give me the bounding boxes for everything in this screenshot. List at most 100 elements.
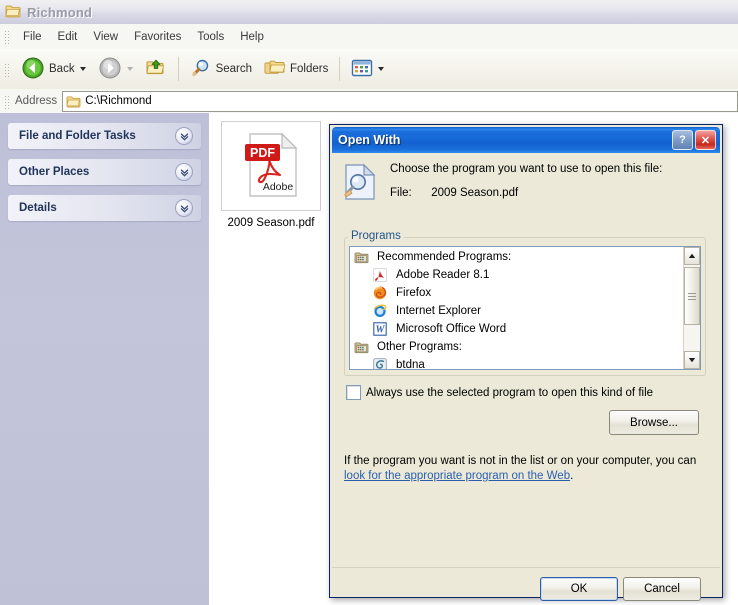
up-button[interactable] <box>139 53 173 85</box>
file-name-label: 2009 Season.pdf <box>227 217 315 229</box>
open-with-dialog: Open With ? ✕ Choose the program you wan… <box>329 124 723 601</box>
toolbar-gripper[interactable] <box>3 61 11 77</box>
list-item[interactable]: btdna <box>350 356 683 369</box>
sidebar-panel-other-places[interactable]: Other Places <box>8 159 201 185</box>
menu-view[interactable]: View <box>85 28 126 46</box>
svg-text:PDF: PDF <box>250 146 275 160</box>
browse-button[interactable]: Browse... <box>609 410 699 435</box>
list-item[interactable]: Firefox <box>350 284 683 302</box>
menu-favorites[interactable]: Favorites <box>126 28 189 46</box>
list-item-label: Firefox <box>396 287 432 299</box>
menu-help[interactable]: Help <box>232 28 272 46</box>
dialog-titlebar: Open With ? ✕ <box>332 127 720 153</box>
forward-arrow-icon <box>98 56 122 83</box>
help-button[interactable]: ? <box>672 130 693 150</box>
btdna-icon <box>372 357 388 369</box>
scrollbar-thumb[interactable] <box>684 267 700 325</box>
list-item-label: Adobe Reader 8.1 <box>396 269 490 281</box>
menu-edit[interactable]: Edit <box>50 28 86 46</box>
panel-title: Other Places <box>19 166 90 178</box>
search-button[interactable]: Search <box>184 53 258 85</box>
forward-button[interactable] <box>92 53 139 85</box>
list-item-label: Microsoft Office Word <box>396 323 507 335</box>
programs-group-label: Programs <box>348 230 404 242</box>
always-use-checkbox[interactable] <box>346 385 361 400</box>
folders-icon <box>264 58 286 81</box>
back-button[interactable]: Back <box>15 53 92 85</box>
panel-title: Details <box>19 202 57 214</box>
file-key-label: File: <box>390 187 412 199</box>
list-item-label: Recommended Programs: <box>377 251 512 263</box>
chevron-down-icon[interactable] <box>175 127 193 145</box>
chevron-down-icon[interactable] <box>175 199 193 217</box>
scrollbar-track[interactable] <box>684 265 700 351</box>
sidebar-panel-details[interactable]: Details <box>8 195 201 221</box>
list-item[interactable]: Recommended Programs: <box>350 248 683 266</box>
views-button[interactable] <box>345 53 390 85</box>
dialog-footer-separator <box>332 567 720 568</box>
task-pane: File and Folder Tasks Other Places Detai… <box>0 113 210 605</box>
window-title: Richmond <box>27 4 93 20</box>
firefox-icon <box>372 285 388 301</box>
dialog-title: Open With <box>338 133 401 147</box>
chevron-down-icon[interactable] <box>175 163 193 181</box>
menu-tools[interactable]: Tools <box>189 28 232 46</box>
list-item[interactable]: Internet Explorer <box>350 302 683 320</box>
always-use-checkbox-row[interactable]: Always use the selected program to open … <box>346 385 653 400</box>
scrollbar-grip <box>688 292 696 300</box>
views-grid-icon <box>351 59 373 80</box>
close-icon[interactable]: ✕ <box>695 130 716 150</box>
web-help-text-before: If the program you want is not in the li… <box>344 455 697 467</box>
back-dropdown-caret[interactable] <box>79 67 86 71</box>
back-label: Back <box>49 63 75 75</box>
folder-icon <box>5 4 21 21</box>
cancel-button[interactable]: Cancel <box>623 577 701 601</box>
scroll-down-icon[interactable] <box>684 351 700 369</box>
find-program-on-web-link[interactable]: look for the appropriate program on the … <box>344 470 570 482</box>
folder-open-icon <box>353 249 369 265</box>
programs-list-scrollbar[interactable] <box>683 247 700 369</box>
folders-button[interactable]: Folders <box>258 53 334 85</box>
folder-icon <box>66 95 81 108</box>
list-item-label: btdna <box>396 359 425 369</box>
folder-open-icon <box>353 339 369 355</box>
web-help-text-after: . <box>570 470 574 482</box>
back-arrow-icon <box>21 56 45 83</box>
dialog-prompt: Choose the program you want to use to op… <box>390 163 663 175</box>
document-magnifier-icon <box>342 163 378 204</box>
svg-text:Adobe: Adobe <box>263 181 294 193</box>
forward-dropdown-caret[interactable] <box>126 67 133 71</box>
programs-group: Programs Recommended Programs: Adobe Rea… <box>344 230 706 376</box>
word-icon: W <box>372 321 388 337</box>
folders-label: Folders <box>290 63 329 75</box>
svg-text:W: W <box>376 324 386 335</box>
list-item-label: Internet Explorer <box>396 305 482 317</box>
list-item[interactable]: Adobe Reader 8.1 <box>350 266 683 284</box>
panel-title: File and Folder Tasks <box>19 130 136 142</box>
up-folder-icon <box>145 58 167 81</box>
file-item-2009-season-pdf[interactable]: PDF Adobe 2009 Season.pdf <box>221 121 321 230</box>
web-help-text: If the program you want is not in the li… <box>344 454 712 484</box>
programs-list[interactable]: Recommended Programs: Adobe Reader 8.1 F… <box>350 247 683 369</box>
programs-listbox[interactable]: Recommended Programs: Adobe Reader 8.1 F… <box>349 246 701 370</box>
sidebar-panel-file-and-folder-tasks[interactable]: File and Folder Tasks <box>8 123 201 149</box>
ok-button[interactable]: OK <box>540 577 618 601</box>
address-value: C:\Richmond <box>85 95 152 107</box>
internet-explorer-icon <box>372 303 388 319</box>
toolbar-separator-2 <box>339 57 341 81</box>
file-value-label: 2009 Season.pdf <box>431 187 519 199</box>
list-item[interactable]: W Microsoft Office Word <box>350 320 683 338</box>
menu-file[interactable]: File <box>15 28 50 46</box>
list-item[interactable]: Other Programs: <box>350 338 683 356</box>
menu-bar: File Edit View Favorites Tools Help <box>0 24 738 50</box>
address-label: Address <box>15 95 58 107</box>
toolbar-separator-1 <box>177 57 179 81</box>
search-label: Search <box>215 63 253 75</box>
addressbar-gripper[interactable] <box>3 93 11 109</box>
menubar-gripper[interactable] <box>3 29 11 44</box>
dialog-file-row: File: 2009 Season.pdf <box>390 187 662 199</box>
window-titlebar: Richmond <box>0 0 738 25</box>
views-dropdown-caret[interactable] <box>378 67 385 71</box>
address-input[interactable]: C:\Richmond <box>62 90 738 112</box>
scroll-up-icon[interactable] <box>684 247 700 265</box>
